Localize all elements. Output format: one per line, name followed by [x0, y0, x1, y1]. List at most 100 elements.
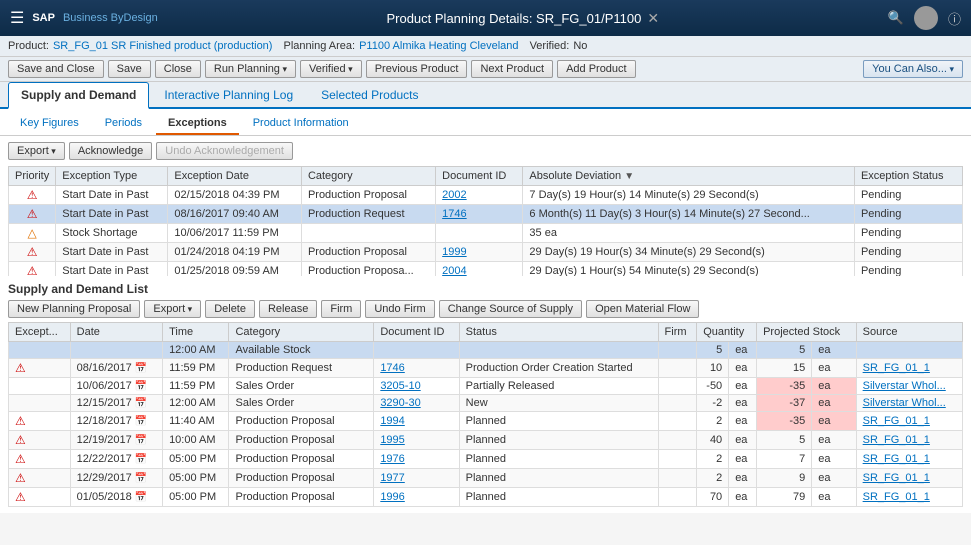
table-row [658, 431, 697, 450]
source-link[interactable]: SR_FG_01_1 [863, 415, 930, 427]
hamburger-icon[interactable]: ☰ [10, 8, 24, 28]
product-link[interactable]: SR_FG_01 SR Finished product (production… [53, 40, 273, 52]
table-row: Pending [854, 205, 962, 224]
previous-product-button[interactable]: Previous Product [366, 60, 468, 78]
error-icon: ⚠ [27, 188, 38, 202]
top-bar-right: 🔍 ⓘ [888, 6, 961, 30]
doc-link[interactable]: 1976 [380, 453, 404, 465]
table-row: ea [729, 359, 757, 378]
tab-supply-and-demand[interactable]: Supply and Demand [8, 82, 149, 109]
table-row[interactable]: 1746 [436, 205, 523, 224]
table-row: Production Proposal [229, 469, 374, 488]
calendar-icon[interactable]: 📅 [135, 454, 147, 465]
table-row[interactable]: 2004 [436, 262, 523, 277]
release-button[interactable]: Release [259, 300, 317, 318]
calendar-icon[interactable]: 📅 [135, 363, 147, 374]
doc-link[interactable]: 3290-30 [380, 397, 420, 409]
firm-button[interactable]: Firm [321, 300, 361, 318]
subtab-exceptions[interactable]: Exceptions [156, 113, 239, 135]
table-row: ⚠ [9, 205, 56, 224]
source-link[interactable]: Silverstar Whol... [863, 380, 946, 392]
new-planning-proposal-button[interactable]: New Planning Proposal [8, 300, 140, 318]
doc-link[interactable]: 3205-10 [380, 380, 420, 392]
filter-icon[interactable]: ▼ [624, 171, 634, 182]
save-button[interactable]: Save [108, 60, 151, 78]
table-row: ⚠ [9, 186, 56, 205]
help-icon[interactable]: ⓘ [948, 9, 961, 28]
doc-link[interactable]: 1996 [380, 491, 404, 503]
calendar-icon[interactable]: 📅 [135, 416, 147, 427]
table-row: SR_FG_01_1 [856, 431, 962, 450]
planning-area-link[interactable]: P1100 Almika Heating Cleveland [359, 40, 518, 52]
table-row: ea [812, 412, 856, 431]
table-row: Production Proposal [229, 431, 374, 450]
col-firm: Firm [658, 323, 697, 342]
tab-selected-products[interactable]: Selected Products [308, 82, 431, 107]
change-source-button[interactable]: Change Source of Supply [439, 300, 582, 318]
table-row[interactable]: 1999 [436, 243, 523, 262]
undo-acknowledgement-button[interactable]: Undo Acknowledgement [156, 142, 293, 160]
table-row: 2 [697, 412, 729, 431]
col-sd-category: Category [229, 323, 374, 342]
subtab-periods[interactable]: Periods [93, 113, 154, 135]
table-row[interactable]: 2002 [436, 186, 523, 205]
export-exception-button[interactable]: Export [8, 142, 65, 160]
doc-link[interactable]: 1994 [380, 415, 404, 427]
table-row: Production Proposal [229, 488, 374, 507]
close-tab-icon[interactable]: ✕ [647, 10, 659, 27]
source-link[interactable]: SR_FG_01_1 [863, 453, 930, 465]
undo-firm-button[interactable]: Undo Firm [365, 300, 434, 318]
planning-area-label: Planning Area: [284, 40, 356, 52]
source-link[interactable]: SR_FG_01_1 [863, 434, 930, 446]
export-supply-button[interactable]: Export [144, 300, 201, 318]
table-row: 1996 [374, 488, 459, 507]
col-absolute-deviation: Absolute Deviation ▼ [523, 167, 855, 186]
user-avatar[interactable] [914, 6, 938, 30]
source-link[interactable]: Silverstar Whol... [863, 397, 946, 409]
col-exception-type: Exception Type [56, 167, 168, 186]
acknowledge-button[interactable]: Acknowledge [69, 142, 152, 160]
save-and-close-button[interactable]: Save and Close [8, 60, 104, 78]
table-row: 01/24/2018 04:19 PM [168, 243, 302, 262]
source-link[interactable]: SR_FG_01_1 [863, 472, 930, 484]
you-can-also-button[interactable]: You Can Also... [863, 60, 963, 78]
run-planning-button[interactable]: Run Planning [205, 60, 296, 78]
separator2 [523, 40, 526, 52]
table-row: 11:40 AM [163, 412, 229, 431]
source-link[interactable]: SR_FG_01_1 [863, 491, 930, 503]
table-row: Pending [854, 186, 962, 205]
calendar-icon[interactable]: 📅 [135, 492, 147, 503]
verified-button[interactable]: Verified [300, 60, 362, 78]
open-material-flow-button[interactable]: Open Material Flow [586, 300, 699, 318]
table-row: Planned [459, 507, 658, 508]
doc-link[interactable]: 1746 [380, 362, 404, 374]
col-exc: Except... [9, 323, 71, 342]
calendar-icon[interactable]: 📅 [135, 398, 147, 409]
source-link[interactable]: SR_FG_01_1 [863, 362, 930, 374]
subtab-key-figures[interactable]: Key Figures [8, 113, 91, 135]
table-row: ea [729, 469, 757, 488]
table-row: Partially Released [459, 378, 658, 395]
close-button[interactable]: Close [155, 60, 201, 78]
calendar-icon[interactable]: 📅 [135, 435, 147, 446]
subtab-product-information[interactable]: Product Information [241, 113, 361, 135]
col-projected-stock: Projected Stock [757, 323, 857, 342]
table-row: -50 [697, 378, 729, 395]
doc-link[interactable]: 1977 [380, 472, 404, 484]
supply-demand-table-container: Except... Date Time Category Document ID… [8, 322, 963, 507]
table-row: SR_FG_01_1 [856, 469, 962, 488]
calendar-icon[interactable]: 📅 [135, 473, 147, 484]
calendar-icon[interactable]: 📅 [135, 381, 147, 392]
delete-button[interactable]: Delete [205, 300, 255, 318]
table-row: ea [729, 431, 757, 450]
add-product-button[interactable]: Add Product [557, 60, 636, 78]
doc-link[interactable]: 1995 [380, 434, 404, 446]
tab-interactive-planning-log[interactable]: Interactive Planning Log [151, 82, 306, 107]
table-row: ⚠ [9, 469, 71, 488]
table-row: Planned [459, 412, 658, 431]
search-icon[interactable]: 🔍 [888, 10, 904, 26]
table-row: Production Order Creation Started [459, 359, 658, 378]
next-product-button[interactable]: Next Product [471, 60, 553, 78]
table-row: 10/06/2017 📅 [70, 378, 162, 395]
table-row: 05:00 PM [163, 450, 229, 469]
